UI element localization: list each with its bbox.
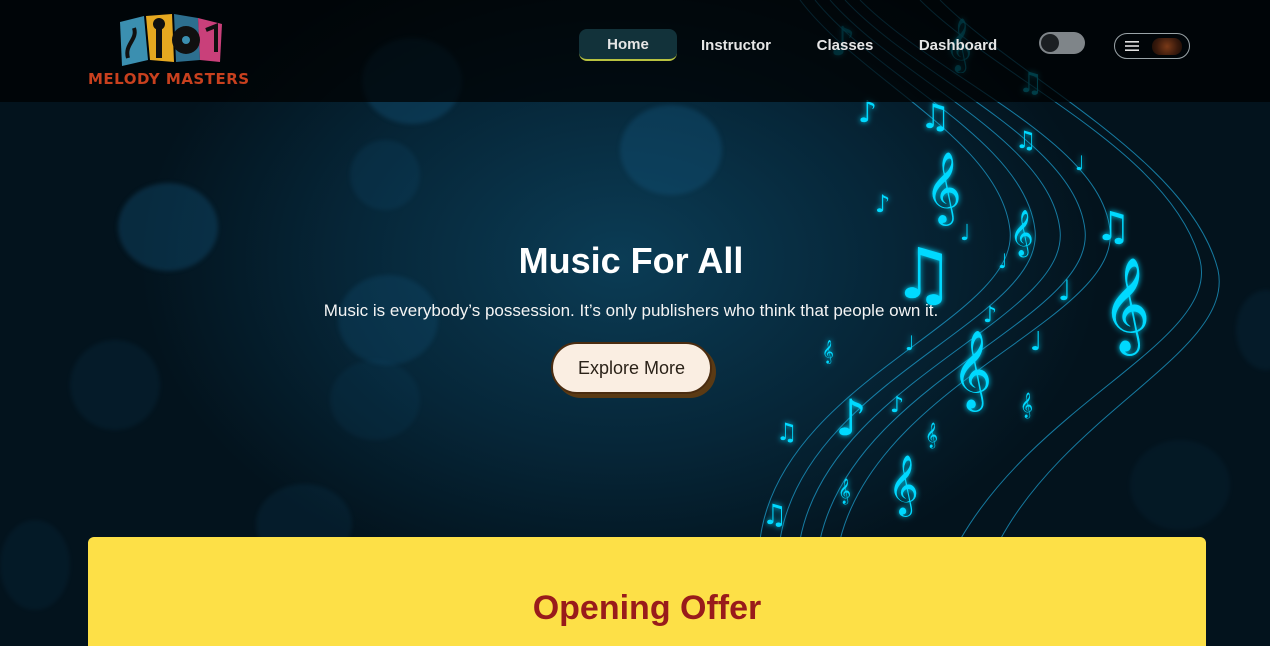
music-note-icon: ♪ (875, 190, 890, 218)
music-note-icon: ♪ (835, 389, 867, 447)
hero-subtitle: Music is everybody’s possession. It’s on… (0, 301, 1262, 321)
music-note-icon: ♩ (1075, 151, 1084, 175)
treble-clef-icon: 𝄞 (952, 330, 992, 412)
explore-more-button[interactable]: Explore More (551, 342, 712, 394)
treble-clef-icon: 𝄞 (925, 150, 962, 226)
offer-title: Opening Offer (88, 589, 1206, 628)
brand-logo[interactable]: MELODY MASTERS (86, 8, 258, 92)
nav-instructor[interactable]: Instructor (696, 32, 776, 58)
bokeh-light (70, 340, 160, 430)
bokeh-light (620, 105, 722, 195)
navbar: MELODY MASTERS Home Instructor Classes D… (0, 0, 1270, 102)
music-note-icon: ♩ (905, 331, 914, 355)
user-menu-button[interactable] (1114, 33, 1190, 59)
bokeh-light (350, 140, 420, 210)
user-avatar (1152, 38, 1182, 55)
nav-home[interactable]: Home (579, 29, 677, 61)
hamburger-icon (1125, 40, 1139, 52)
bokeh-light (0, 520, 70, 610)
music-note-icon: ♫ (762, 498, 787, 531)
nav-dashboard[interactable]: Dashboard (914, 32, 1002, 58)
treble-clef-icon: 𝄞 (822, 339, 834, 364)
treble-clef-icon: 𝄞 (1020, 392, 1033, 418)
treble-clef-icon: 𝄞 (925, 422, 938, 448)
opening-offer-section: Opening Offer (88, 537, 1206, 646)
hero-title: Music For All (0, 240, 1262, 282)
theme-toggle[interactable] (1039, 32, 1085, 54)
music-note-icon: ♪ (890, 393, 904, 418)
music-note-icon: ♫ (776, 418, 798, 446)
music-note-icon: ♫ (1015, 126, 1037, 154)
treble-clef-icon: 𝄞 (888, 455, 919, 517)
music-note-icon: ♫ (920, 97, 950, 137)
music-note-icon: ♩ (1030, 327, 1042, 357)
bokeh-light (330, 360, 420, 440)
nav-classes[interactable]: Classes (814, 32, 876, 58)
brand-name: MELODY MASTERS (88, 70, 250, 88)
music-instruments-logo-icon (114, 10, 226, 70)
treble-clef-icon: 𝄞 (838, 478, 851, 504)
toggle-knob-icon (1041, 34, 1059, 52)
